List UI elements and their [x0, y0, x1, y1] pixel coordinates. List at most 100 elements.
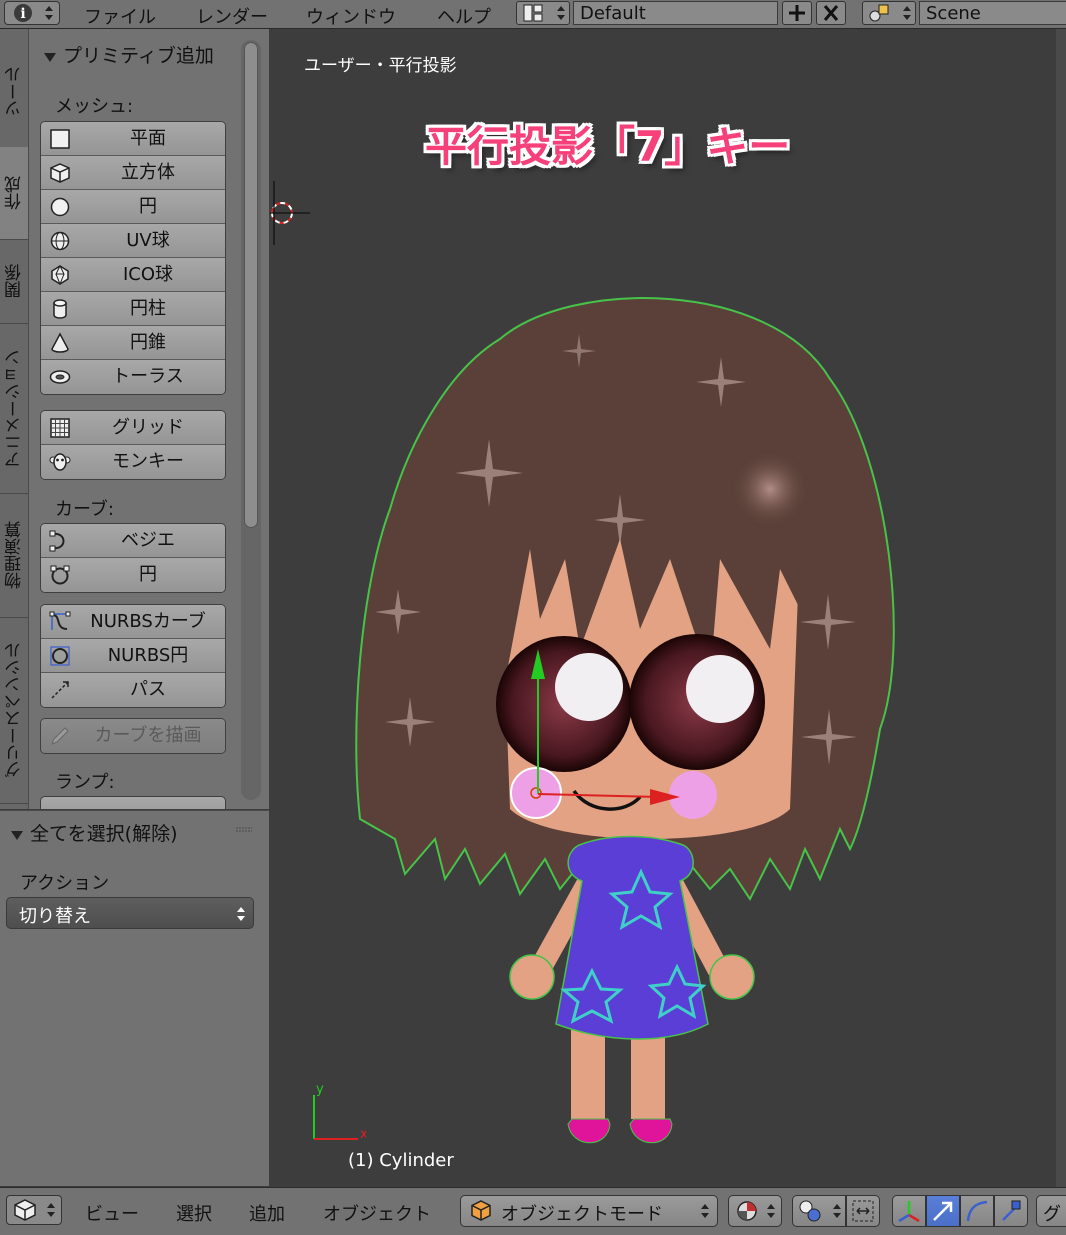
editor-type-button[interactable]: [6, 1195, 62, 1225]
add-cylinder-button[interactable]: 円柱: [41, 292, 225, 326]
add-cone-button[interactable]: 円錐: [41, 326, 225, 360]
object-mode-cube-icon: [471, 1200, 491, 1221]
add-nurbs-circle-button[interactable]: NURBS円: [41, 639, 225, 673]
add-grid-button[interactable]: グリッド: [41, 411, 225, 445]
add-screen-button[interactable]: [782, 1, 812, 25]
viewport-shading-select[interactable]: [728, 1195, 782, 1227]
add-monkey-button[interactable]: モンキー: [41, 445, 225, 479]
view-name-label: ユーザー・平行投影: [304, 56, 457, 76]
updown-arrow-icon: [903, 6, 911, 20]
draw-curve-group: カーブを描画: [40, 718, 226, 754]
tab-grease-pencil[interactable]: グリースペンシル: [0, 617, 28, 804]
plus-icon: [789, 5, 805, 21]
collapse-arrow-icon: [11, 830, 23, 840]
translate-manipulator-button[interactable]: [926, 1195, 960, 1227]
add-path-button[interactable]: パス: [41, 673, 225, 707]
delete-screen-button[interactable]: [816, 1, 846, 25]
scale-manipulator-button[interactable]: [994, 1195, 1028, 1227]
circle-icon: [50, 197, 70, 217]
plane-icon: [50, 129, 70, 149]
close-icon: [823, 5, 839, 21]
path-icon: [51, 681, 69, 699]
pivot-point-select[interactable]: [792, 1195, 846, 1227]
ico-sphere-icon: [51, 264, 69, 286]
add-uv-sphere-button[interactable]: UV球: [41, 224, 225, 258]
3d-view-icon: [14, 1199, 36, 1221]
updown-arrow-icon: [557, 6, 565, 20]
axis-indicator-icon: y x: [313, 1082, 366, 1142]
collapse-arrow-icon: [44, 52, 56, 62]
menu-render[interactable]: レンダー: [196, 3, 268, 29]
mode-select[interactable]: オブジェクトモード: [460, 1195, 718, 1227]
tool-panel-scrollbar[interactable]: [244, 42, 258, 528]
add-curve-circle-button[interactable]: 円: [41, 558, 225, 592]
tab-tools[interactable]: ツール: [0, 35, 28, 148]
menu-window[interactable]: ウィンドウ: [306, 3, 396, 29]
updown-arrow-icon: [47, 1203, 55, 1217]
top-header: i ファイル レンダー ウィンドウ ヘルプ Default Scene: [0, 0, 1066, 29]
menu-file[interactable]: ファイル: [84, 3, 156, 29]
add-ico-sphere-button[interactable]: ICO球: [41, 258, 225, 292]
tab-create[interactable]: 作成: [0, 147, 28, 240]
axis-y-label: y: [316, 1082, 324, 1097]
curve-button-group-1: ベジエ 円: [40, 523, 226, 593]
grid-icon: [50, 418, 70, 438]
add-circle-button[interactable]: 円: [41, 190, 225, 224]
screen-layout-browse-button[interactable]: [516, 1, 570, 25]
select-all-panel-header[interactable]: 全てを選択(解除): [10, 819, 178, 846]
manipulate-center-points-button[interactable]: [846, 1195, 880, 1227]
character-model[interactable]: [350, 289, 910, 1149]
object-info-label: (1) Cylinder: [348, 1150, 454, 1171]
lamp-section-label: ランプ:: [55, 772, 115, 793]
right-shoe: [629, 1118, 673, 1144]
operator-panel: 全てを選択(解除) アクション 切り替え: [0, 810, 269, 1186]
arc-rotate-icon: [966, 1200, 988, 1222]
left-cheek: [510, 767, 562, 819]
panel-drag-handle-icon[interactable]: [236, 827, 252, 833]
tab-animation[interactable]: アニメーション: [0, 323, 28, 494]
scene-browse-button[interactable]: [862, 1, 916, 25]
menu-add[interactable]: 追加: [249, 1200, 285, 1226]
left-hand: [509, 954, 555, 1000]
right-hand: [709, 954, 755, 1000]
viewport-header: ビュー 選択 追加 オブジェクト オブジェクトモード グ: [0, 1187, 1066, 1235]
torus-icon: [49, 370, 71, 384]
right-cheek: [669, 771, 717, 819]
mesh-button-group-2: グリッド モンキー: [40, 410, 226, 480]
add-torus-button[interactable]: トーラス: [41, 360, 225, 394]
shading-sphere-icon: [737, 1201, 757, 1221]
updown-arrow-icon: [701, 1204, 709, 1218]
add-primitive-panel-header[interactable]: プリミティブ追加: [43, 41, 214, 68]
overlay-caption: 平行投影「7」キー: [425, 122, 791, 171]
nurbs-curve-icon: [49, 611, 71, 630]
lamp-button-partial[interactable]: [40, 796, 226, 809]
3d-viewport[interactable]: ユーザー・平行投影 平行投影「7」キー y x (1) Cylinder: [270, 29, 1056, 1187]
transform-orientation-select[interactable]: グ: [1036, 1195, 1066, 1227]
add-cube-button[interactable]: 立方体: [41, 156, 225, 190]
manipulator-toggle-button[interactable]: [892, 1195, 926, 1227]
info-editor-type-button[interactable]: i: [4, 1, 60, 25]
cylinder-icon: [53, 299, 67, 319]
tool-panel: プリミティブ追加 メッシュ: 平面 立方体 円 UV球 ICO球 円柱 円錐 ト…: [29, 29, 269, 809]
tab-relations[interactable]: 関係: [0, 239, 28, 324]
tool-tab-strip: ツール 作成 関係 アニメーション 物理演算 グリースペンシル: [0, 29, 29, 809]
add-nurbs-curve-button[interactable]: NURBSカーブ: [41, 605, 225, 639]
info-icon: i: [14, 4, 32, 22]
action-select[interactable]: 切り替え: [6, 897, 254, 929]
pivot-point-icon: [799, 1200, 821, 1222]
screen-layout-name-field[interactable]: Default: [573, 1, 778, 25]
curve-button-group-2: NURBSカーブ NURBS円 パス: [40, 604, 226, 708]
3d-cursor-icon: [270, 181, 310, 245]
draw-curve-button[interactable]: カーブを描画: [41, 719, 225, 753]
scene-name-field[interactable]: Scene: [919, 1, 1066, 25]
menu-help[interactable]: ヘルプ: [437, 3, 491, 29]
menu-view[interactable]: ビュー: [85, 1200, 139, 1226]
add-bezier-button[interactable]: ベジエ: [41, 524, 225, 558]
menu-select[interactable]: 選択: [176, 1200, 212, 1226]
rotate-manipulator-button[interactable]: [960, 1195, 994, 1227]
add-plane-button[interactable]: 平面: [41, 122, 225, 156]
left-shoe: [567, 1118, 611, 1144]
scene-icon: [869, 4, 889, 22]
tab-physics[interactable]: 物理演算: [0, 493, 28, 618]
menu-object[interactable]: オブジェクト: [323, 1200, 431, 1226]
